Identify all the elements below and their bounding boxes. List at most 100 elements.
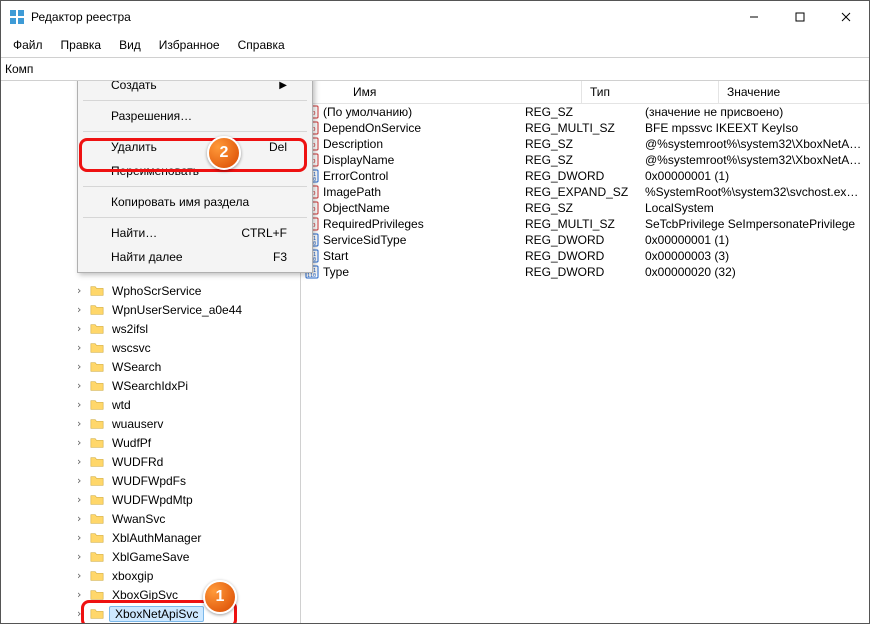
tree-item[interactable]: › xboxgip: [1, 566, 300, 585]
ctx-rename-label: Переименовать: [111, 164, 199, 178]
menu-view[interactable]: Вид: [111, 35, 149, 55]
value-data: @%systemroot%\system32\XboxNetApiSvc.dll…: [645, 153, 865, 167]
menu-edit[interactable]: Правка: [53, 35, 110, 55]
menu-fav[interactable]: Избранное: [151, 35, 228, 55]
value-name: (По умолчанию): [323, 105, 412, 119]
tree-item[interactable]: ›WUDFWpdFs: [1, 471, 300, 490]
expand-icon[interactable]: ›: [73, 341, 85, 354]
tree-item[interactable]: ›WwanSvc: [1, 509, 300, 528]
tree-item[interactable]: ›WSearch: [1, 357, 300, 376]
value-type: REG_EXPAND_SZ: [525, 185, 645, 199]
tree-item[interactable]: › wuauserv: [1, 414, 300, 433]
value-data: @%systemroot%\system32\XboxNetApiSvc.dll…: [645, 137, 865, 151]
expand-icon[interactable]: ›: [73, 512, 85, 525]
value-row[interactable]: ErrorControlREG_DWORD0x00000001 (1): [301, 168, 869, 184]
expand-icon[interactable]: ›: [73, 588, 85, 601]
tree-item[interactable]: › XboxGipSvc: [1, 585, 300, 604]
ctx-delete[interactable]: Удалить Del: [81, 135, 309, 159]
ctx-separator: [83, 217, 307, 218]
expand-icon[interactable]: ›: [73, 550, 85, 563]
tree-item[interactable]: ›WpnUserService_a0e44: [1, 300, 300, 319]
ctx-create[interactable]: Создать ▶: [81, 81, 309, 97]
value-data: BFE mpssvc IKEEXT KeyIso: [645, 121, 865, 135]
tree-item[interactable]: ›wscsvc: [1, 338, 300, 357]
ctx-rename[interactable]: Переименовать: [81, 159, 309, 183]
ctx-find[interactable]: Найти… CTRL+F: [81, 221, 309, 245]
folder-icon: [89, 341, 105, 355]
tree-item-label: WudfPf: [109, 436, 154, 450]
col-type[interactable]: Тип: [582, 81, 719, 103]
value-type: REG_DWORD: [525, 169, 645, 183]
value-name: ServiceSidType: [323, 233, 406, 247]
tree-item-label: wuauserv: [109, 417, 166, 431]
menu-file[interactable]: Файл: [5, 35, 51, 55]
minimize-button[interactable]: [731, 1, 777, 33]
ctx-separator: [83, 131, 307, 132]
value-name: Description: [323, 137, 383, 151]
folder-icon: [89, 303, 105, 317]
tree-item[interactable]: › WudfPf: [1, 433, 300, 452]
value-row[interactable]: RequiredPrivilegesREG_MULTI_SZSeTcbPrivi…: [301, 216, 869, 232]
value-row[interactable]: TypeREG_DWORD0x00000020 (32): [301, 264, 869, 280]
tree-item[interactable]: ›ws2ifsl: [1, 319, 300, 338]
ctx-separator: [83, 186, 307, 187]
expand-icon[interactable]: ›: [73, 284, 85, 297]
tree-item[interactable]: ›WphoScrService: [1, 281, 300, 300]
menu-help[interactable]: Справка: [230, 35, 293, 55]
ctx-permissions[interactable]: Разрешения…: [81, 104, 309, 128]
ctx-delete-accel: Del: [269, 140, 287, 154]
folder-icon: [89, 550, 105, 564]
expand-icon[interactable]: ›: [73, 379, 85, 392]
tree-item[interactable]: ›XblGameSave: [1, 547, 300, 566]
folder-icon: [89, 398, 105, 412]
tree-item-label: xboxgip: [109, 569, 156, 583]
expand-icon[interactable]: ›: [73, 607, 85, 620]
col-value[interactable]: Значение: [719, 81, 869, 103]
value-row[interactable]: DescriptionREG_SZ@%systemroot%\system32\…: [301, 136, 869, 152]
tree-item[interactable]: ›XboxNetApiSvc: [1, 604, 300, 623]
value-name: RequiredPrivileges: [323, 217, 424, 231]
value-data: LocalSystem: [645, 201, 865, 215]
value-row[interactable]: ServiceSidTypeREG_DWORD0x00000001 (1): [301, 232, 869, 248]
expand-icon[interactable]: ›: [73, 474, 85, 487]
ctx-find-next-label: Найти далее: [111, 250, 183, 264]
expand-icon[interactable]: ›: [73, 360, 85, 373]
close-button[interactable]: [823, 1, 869, 33]
col-name[interactable]: Имя: [301, 81, 582, 103]
tree-item[interactable]: ›WUDFRd: [1, 452, 300, 471]
ctx-find-next[interactable]: Найти далее F3: [81, 245, 309, 269]
folder-icon: [89, 531, 105, 545]
expand-icon[interactable]: ›: [73, 436, 85, 449]
ctx-copy-key[interactable]: Копировать имя раздела: [81, 190, 309, 214]
expand-icon[interactable]: ›: [73, 398, 85, 411]
expand-icon[interactable]: ›: [73, 569, 85, 582]
expand-icon[interactable]: ›: [73, 322, 85, 335]
context-menu: Создать ▶ Разрешения… Удалить Del Переим…: [77, 81, 313, 273]
ctx-find-accel: CTRL+F: [241, 226, 287, 240]
expand-icon[interactable]: ›: [73, 303, 85, 316]
tree-item[interactable]: ›WSearchIdxPi: [1, 376, 300, 395]
submenu-arrow-icon: ▶: [279, 81, 287, 91]
expand-icon[interactable]: ›: [73, 417, 85, 430]
window-title: Редактор реестра: [31, 10, 131, 24]
value-row[interactable]: (По умолчанию)REG_SZ(значение не присвое…: [301, 104, 869, 120]
expand-icon[interactable]: ›: [73, 493, 85, 506]
tree-item[interactable]: ›wtd: [1, 395, 300, 414]
maximize-button[interactable]: [777, 1, 823, 33]
tree-item[interactable]: ›XblAuthManager: [1, 528, 300, 547]
expand-icon[interactable]: ›: [73, 531, 85, 544]
value-row[interactable]: ImagePathREG_EXPAND_SZ%SystemRoot%\syste…: [301, 184, 869, 200]
tree-item[interactable]: ›WUDFWpdMtp: [1, 490, 300, 509]
address-bar[interactable]: Комп: [1, 58, 869, 81]
value-row[interactable]: DisplayNameREG_SZ@%systemroot%\system32\…: [301, 152, 869, 168]
value-type: REG_MULTI_SZ: [525, 217, 645, 231]
value-type: REG_DWORD: [525, 265, 645, 279]
expand-icon[interactable]: ›: [73, 455, 85, 468]
ctx-separator: [83, 100, 307, 101]
value-row[interactable]: ObjectNameREG_SZLocalSystem: [301, 200, 869, 216]
value-type: REG_SZ: [525, 105, 645, 119]
value-row[interactable]: StartREG_DWORD0x00000003 (3): [301, 248, 869, 264]
values-list[interactable]: (По умолчанию)REG_SZ(значение не присвое…: [301, 104, 869, 623]
value-row[interactable]: DependOnServiceREG_MULTI_SZBFE mpssvc IK…: [301, 120, 869, 136]
tree-item-label: XboxGipSvc: [109, 588, 181, 602]
